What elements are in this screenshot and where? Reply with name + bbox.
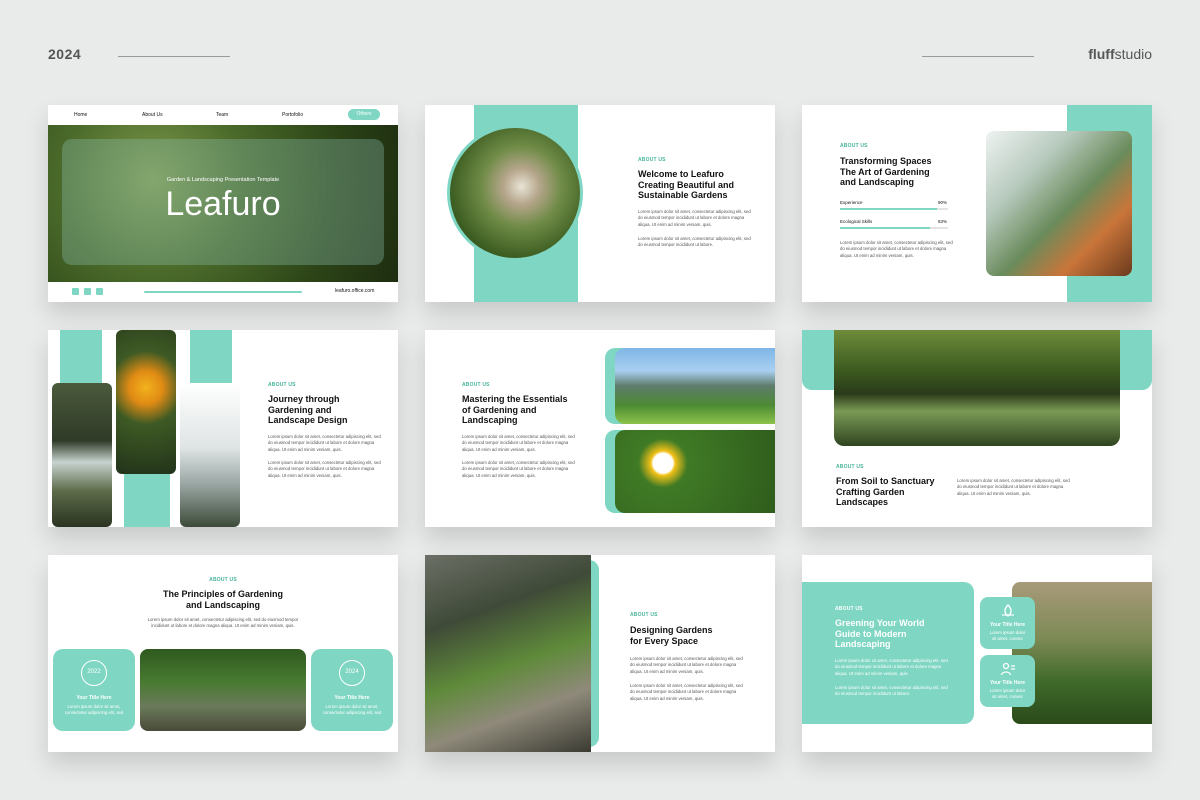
hero-subtitle: Garden & Landscaping Presentation Templa… <box>166 177 280 183</box>
skill-bar-fill <box>840 227 930 229</box>
body-paragraph-1: Lorem ipsum dolor sit amet, consectetur … <box>462 434 575 452</box>
skill-value: 83% <box>938 219 948 224</box>
instagram-icon[interactable] <box>84 288 91 295</box>
slide-cover[interactable]: Home About Us Team Portofolio Others Gar… <box>48 105 398 302</box>
plant-shop-photo <box>425 555 591 752</box>
railway-photo <box>140 649 306 731</box>
slide-heading: The Principles of Gardening and Landscapi… <box>162 589 284 610</box>
section-label: ABOUT US <box>836 464 864 470</box>
nav-item-about[interactable]: About Us <box>142 112 163 118</box>
section-label: ABOUT US <box>638 157 666 163</box>
card-title: Your Title Here <box>989 680 1026 686</box>
leaf-icon <box>1002 604 1014 617</box>
body-paragraph-2: Lorem ipsum dolor sit amet, consectetur … <box>630 683 743 701</box>
garden-path-photo <box>447 125 583 261</box>
nav-item-portfolio[interactable]: Portofolio <box>282 112 303 118</box>
year-label: 2024 <box>48 46 82 62</box>
nav-bar: Home About Us Team Portofolio Others <box>48 105 398 125</box>
body-paragraph-2: Lorem ipsum dolor sit amet, consectetur … <box>268 460 381 478</box>
body-paragraph-1: Lorem ipsum dolor sit amet, consectetur … <box>835 658 948 676</box>
mint-text-panel <box>802 582 974 724</box>
mountain-garden-photo <box>615 348 775 424</box>
body-paragraph-1: Lorem ipsum dolor sit amet, consectetur … <box>957 478 1070 496</box>
skill-label: Ecological Skills <box>840 219 873 224</box>
card-text: Lorem ipsum dolor sit amet, consec <box>989 688 1026 699</box>
body-paragraph-2: Lorem ipsum dolor sit amet, consectetur … <box>638 236 751 248</box>
card-title: Your Title Here <box>334 695 370 701</box>
body-paragraph-2: Lorem ipsum dolor sit amet, consectetur … <box>835 685 948 697</box>
indoor-waterfall-photo <box>180 383 240 527</box>
skill-label: Experience <box>840 200 863 205</box>
stone-bridge-photo <box>834 330 1120 446</box>
slide-mastering[interactable]: ABOUT US Mastering the Essentials of Gard… <box>425 330 775 527</box>
skill-value: 90% <box>938 200 948 205</box>
section-label: ABOUT US <box>209 577 237 583</box>
body-paragraph-1: Lorem ipsum dolor sit amet, consectetur … <box>840 240 953 258</box>
daisy-photo <box>615 430 775 513</box>
slide-journey[interactable]: ABOUT US Journey through Gardening and Lan… <box>48 330 398 527</box>
body-paragraph-1: Lorem ipsum dolor sit amet, consectetur … <box>630 656 743 674</box>
slide-heading: Transforming Spaces The Art of Gardening a… <box>840 156 932 187</box>
facebook-icon[interactable] <box>96 288 103 295</box>
section-label: ABOUT US <box>462 382 490 388</box>
slide-heading: Journey through Gardening and Landscape De… <box>268 394 348 425</box>
section-label: ABOUT US <box>630 612 658 618</box>
card-title: Your Title Here <box>76 695 112 701</box>
slide-from-soil[interactable]: ABOUT US From Soil to Sanctuary Crafting … <box>802 330 1152 527</box>
others-button[interactable]: Others <box>348 109 380 120</box>
year-badge: 2024 <box>339 660 365 686</box>
brand-logo: fluffstudio <box>1088 46 1152 62</box>
year-badge: 2022 <box>81 660 107 686</box>
nav-item-team[interactable]: Team <box>216 112 228 118</box>
slide-heading: Greening Your World Guide to Modern Landsc… <box>835 618 925 649</box>
slide-transforming[interactable]: ABOUT US Transforming Spaces The Art of G… <box>802 105 1152 302</box>
skill-bar-fill <box>840 208 938 210</box>
section-label: ABOUT US <box>268 382 296 388</box>
card-text: Lorem ipsum dolor sit amet, consectetur a… <box>64 704 124 715</box>
slide-heading: Mastering the Essentials of Gardening and… <box>462 394 568 425</box>
slide-principles[interactable]: ABOUT US The Principles of Gardening and … <box>48 555 398 752</box>
card-text: Lorem ipsum dolor sit amet, consectetur a… <box>322 704 382 715</box>
header-divider-right <box>922 56 1034 57</box>
body-paragraph-1: Lorem ipsum dolor sit amet, consectetur … <box>638 209 751 227</box>
sunflower-photo <box>116 330 176 474</box>
slide-heading: Welcome to Leafuro Creating Beautiful and… <box>638 169 735 200</box>
body-paragraph-2: Lorem ipsum dolor sit amet, consectetur … <box>462 460 575 478</box>
card-title: Your Title Here <box>989 622 1026 628</box>
slide-welcome[interactable]: ABOUT US Welcome to Leafuro Creating Beau… <box>425 105 775 302</box>
slide-designing[interactable]: ABOUT US Designing Gardens for Every Spac… <box>425 555 775 752</box>
section-label: ABOUT US <box>840 143 868 149</box>
slide-heading: From Soil to Sanctuary Crafting Garden Lan… <box>836 476 935 507</box>
hero-title: Leafuro <box>165 185 281 223</box>
nav-item-home[interactable]: Home <box>74 112 87 118</box>
body-paragraph-1: Lorem ipsum dolor sit amet, consectetur … <box>147 617 299 629</box>
linkedin-icon[interactable] <box>72 288 79 295</box>
card-text: Lorem ipsum dolor sit amet, consec <box>989 630 1026 641</box>
body-paragraph-1: Lorem ipsum dolor sit amet, consectetur … <box>268 434 381 452</box>
cafe-plants-photo <box>986 131 1132 276</box>
slide-greening[interactable]: ABOUT US Greening Your World Guide to Mod… <box>802 555 1152 752</box>
user-group-icon <box>1000 662 1015 676</box>
slide-heading: Designing Gardens for Every Space <box>630 625 713 646</box>
website-link[interactable]: leafuro.office.com <box>335 288 374 294</box>
waterfall-photo <box>52 383 112 527</box>
header-divider-left <box>118 56 230 57</box>
footer-progress-line <box>144 291 302 293</box>
section-label: ABOUT US <box>835 606 863 612</box>
